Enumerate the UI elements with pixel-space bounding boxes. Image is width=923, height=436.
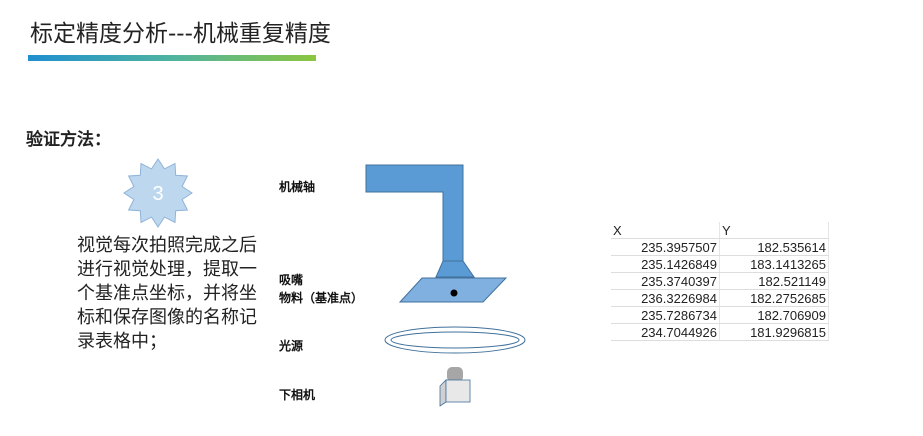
cell-y: 182.535614 [719, 238, 829, 256]
table-row: 236.3226984 182.2752685 [611, 289, 829, 307]
cell-x: 235.3957507 [611, 238, 720, 256]
cell-y: 183.1413265 [719, 255, 829, 273]
table-row: 234.7044926 181.9296815 [611, 323, 829, 341]
reference-point [450, 289, 458, 297]
table-row: 235.3957507 182.535614 [611, 238, 829, 256]
cell-y: 182.521149 [719, 272, 829, 290]
ring-light-inner [390, 331, 520, 349]
nozzle [435, 260, 475, 278]
machine-diagram [365, 164, 526, 407]
table-header: X Y [611, 222, 829, 239]
header-y: Y [719, 222, 829, 239]
table-row: 235.3740397 182.521149 [611, 272, 829, 290]
ring-light-outer [384, 326, 526, 354]
cell-y: 182.706909 [719, 306, 829, 324]
cell-x: 235.7286734 [611, 306, 720, 324]
cell-x: 236.3226984 [611, 289, 720, 307]
cell-x: 235.1426849 [611, 255, 720, 273]
cell-y: 181.9296815 [719, 323, 829, 341]
cell-x: 234.7044926 [611, 323, 720, 341]
table-row: 235.7286734 182.706909 [611, 306, 829, 324]
cell-y: 182.2752685 [719, 289, 829, 307]
table-row: 235.1426849 183.1413265 [611, 255, 829, 273]
camera-body [445, 379, 471, 403]
camera-side [439, 379, 447, 407]
cell-x: 235.3740397 [611, 272, 720, 290]
coordinate-table: X Y 235.3957507 182.535614 235.1426849 183.… [611, 222, 829, 341]
header-x: X [611, 222, 720, 239]
mechanical-axis [365, 164, 464, 262]
